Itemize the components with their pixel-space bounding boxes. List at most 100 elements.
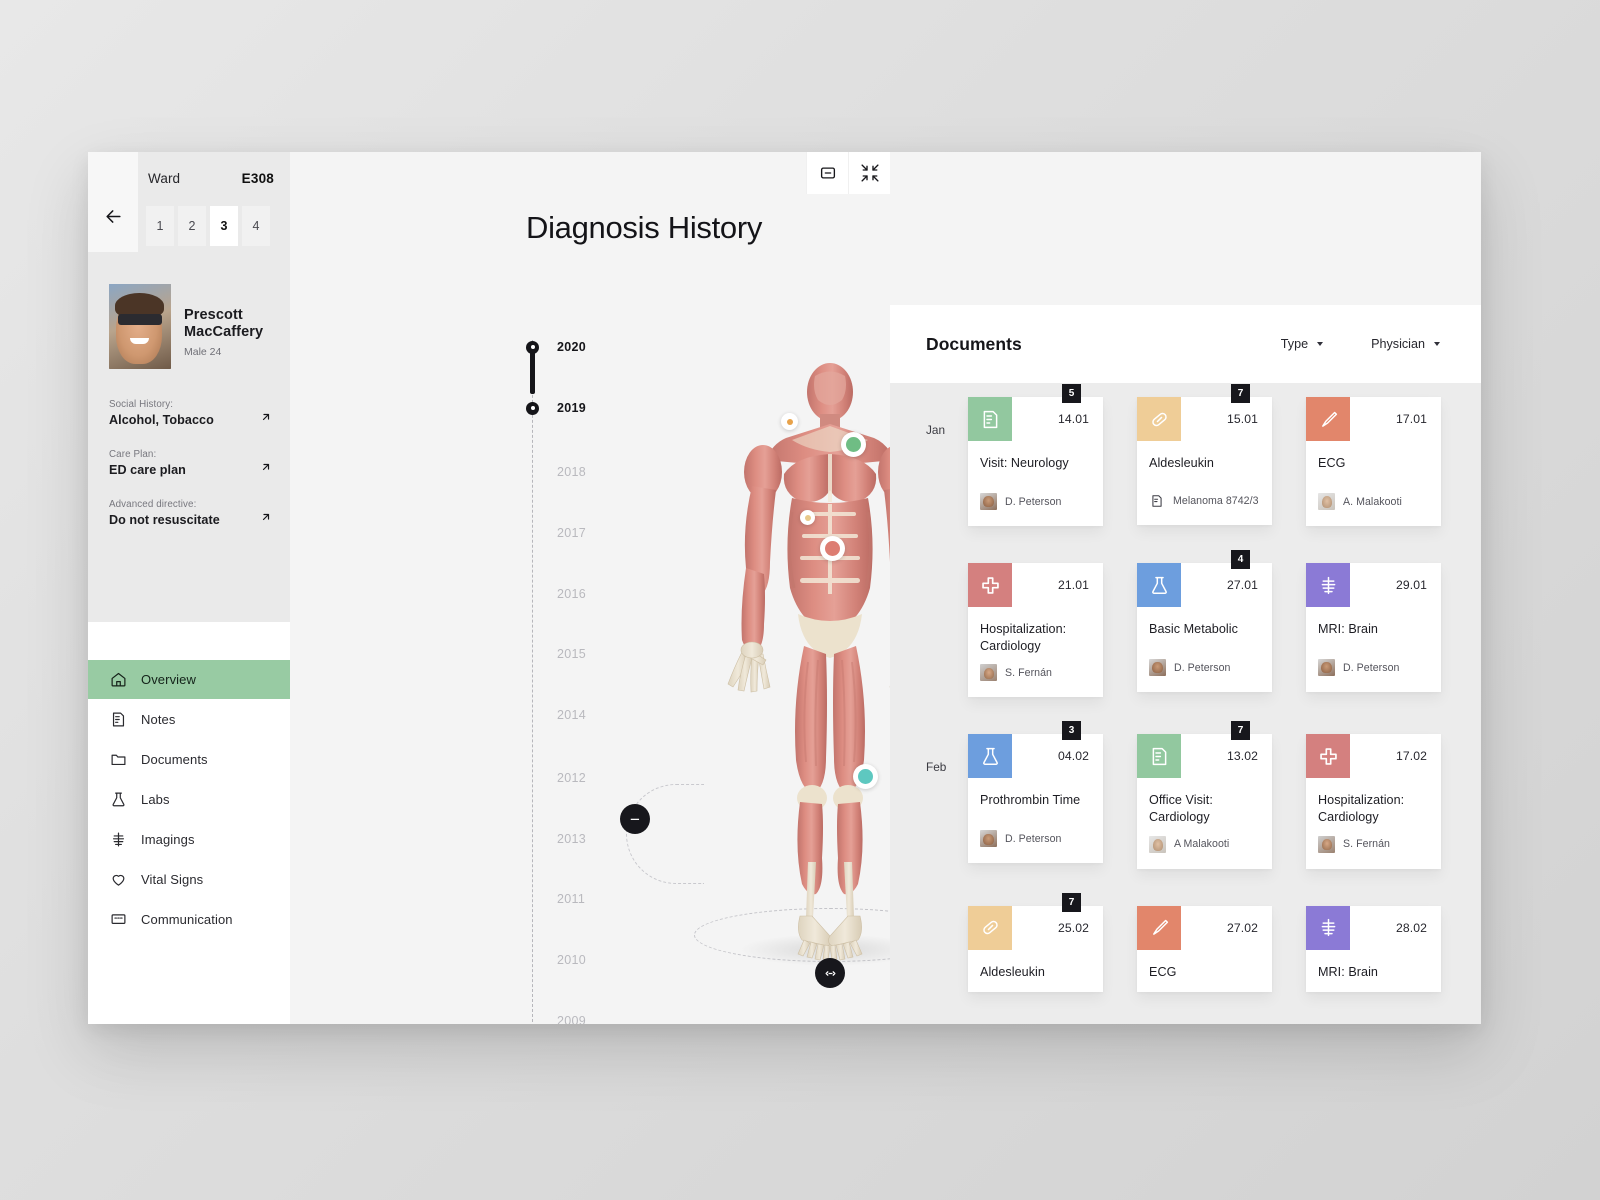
cross-icon — [1306, 734, 1350, 779]
card-title: Prothrombin Time — [980, 793, 1081, 808]
avatar — [1149, 659, 1166, 676]
card-wrapper: 4 27.01 Basic Metabolic D. Peterson — [1137, 550, 1272, 697]
flask-icon — [1137, 563, 1181, 607]
card-date: 29.01 — [1396, 578, 1427, 592]
sidebar-item-documents[interactable]: Documents — [88, 740, 290, 779]
info-social-history[interactable]: Social History: Alcohol, Tobacco — [109, 399, 272, 427]
document-card[interactable]: 04.02 Prothrombin Time D. Peterson — [968, 734, 1103, 864]
pill-icon — [1137, 397, 1181, 441]
document-card[interactable]: 13.02 Office Visit: Cardiology A Malakoo… — [1137, 734, 1272, 869]
card-wrapper: 21.01 Hospitalization: Cardiology S. Fer… — [968, 563, 1103, 698]
document-card[interactable]: 15.01 Aldesleukin Melanoma 8742/3 — [1137, 397, 1272, 525]
timeline-year-2011[interactable]: 2011 — [526, 892, 585, 906]
timeline-year-2009[interactable]: 2009 — [526, 1014, 586, 1024]
sidebar-item-imagings[interactable]: Imagings — [88, 820, 290, 859]
sidebar-item-labs[interactable]: Labs — [88, 780, 290, 819]
back-button[interactable] — [88, 152, 138, 252]
ward-tab-4[interactable]: 4 — [242, 206, 270, 246]
sidebar-nav: Overview Notes Documents Labs Imagings V… — [88, 622, 290, 1024]
page-title: Diagnosis History — [526, 210, 763, 245]
card-title: Aldesleukin — [980, 964, 1045, 979]
note-icon — [1149, 493, 1165, 509]
ward-tab-2[interactable]: 2 — [178, 206, 206, 246]
marker-chest-right[interactable] — [841, 432, 866, 457]
info-value: Do not resuscitate — [109, 513, 220, 527]
sidebar-item-label: Communication — [141, 912, 233, 927]
timeline-year-2019[interactable]: 2019 — [526, 401, 586, 415]
arrow-up-right-icon[interactable] — [260, 461, 272, 473]
card-person: D. Peterson — [1343, 661, 1400, 674]
timeline-year-2015[interactable]: 2015 — [526, 647, 586, 661]
documents-header: Documents Type Physician — [890, 305, 1481, 383]
documents-panel: Documents Type Physician Jan 5 14.01 Vis… — [890, 305, 1481, 1024]
marker-abdomen-left[interactable] — [800, 510, 815, 525]
timeline-year-2010[interactable]: 2010 — [526, 953, 586, 967]
info-care-plan[interactable]: Care Plan: ED care plan — [109, 449, 272, 477]
timeline-active-range — [529, 348, 535, 394]
timeline-dot — [526, 340, 539, 354]
document-card[interactable]: 27.02 ECG — [1137, 905, 1272, 992]
sidebar-item-label: Documents — [141, 752, 208, 767]
scalpel-icon — [1306, 397, 1350, 441]
info-label: Social History: — [109, 399, 174, 410]
sidebar-item-label: Overview — [141, 672, 196, 687]
xray-icon — [1306, 905, 1350, 950]
card-date: 27.02 — [1227, 920, 1258, 935]
ward-tab-1[interactable]: 1 — [146, 206, 174, 246]
type-filter[interactable]: Type — [1281, 337, 1324, 351]
sidebar-item-vital-signs[interactable]: Vital Signs — [88, 860, 290, 899]
card-title: Basic Metabolic — [1149, 622, 1238, 636]
arrow-up-right-icon[interactable] — [260, 511, 272, 523]
month-label: Jan — [926, 423, 946, 437]
card-badge: 5 — [1062, 384, 1081, 403]
physician-filter[interactable]: Physician — [1371, 337, 1440, 351]
human-body-model[interactable] — [680, 362, 890, 982]
arrow-up-right-icon[interactable] — [260, 411, 272, 423]
timeline-year-2016[interactable]: 2016 — [526, 587, 586, 601]
timeline-label: 2020 — [557, 340, 587, 354]
card-date: 28.02 — [1396, 920, 1427, 935]
avatar — [980, 493, 997, 510]
avatar — [1149, 835, 1166, 853]
collapse-button[interactable] — [848, 152, 890, 194]
card-person: Melanoma 8742/3 — [1173, 495, 1259, 507]
timeline-year-2012[interactable]: 2012 — [526, 771, 586, 785]
timeline-label: 2017 — [557, 526, 587, 540]
document-card[interactable]: 27.01 Basic Metabolic D. Peterson — [1137, 563, 1272, 692]
timeline-label: 2015 — [557, 647, 587, 661]
document-card[interactable]: 25.02 Aldesleukin — [968, 905, 1103, 992]
timeline-track — [532, 340, 533, 1024]
documents-list[interactable]: Jan 5 14.01 Visit: Neurology D. Peterson… — [890, 383, 1481, 1024]
sidebar-item-overview[interactable]: Overview — [88, 660, 290, 699]
timeline-year-2018[interactable]: 2018 — [526, 465, 586, 479]
rotate-icon — [825, 970, 835, 976]
marker-shoulder-left[interactable] — [781, 413, 798, 430]
timeline-year-2017[interactable]: 2017 — [526, 526, 586, 540]
card-badge: 3 — [1062, 721, 1081, 741]
sidebar-item-communication[interactable]: Communication — [88, 900, 290, 939]
ward-tab-3[interactable]: 3 — [210, 206, 238, 246]
ward-label: Ward — [148, 170, 181, 186]
card-wrapper: 7 25.02 Aldesleukin — [968, 892, 1103, 992]
card-badge: 7 — [1062, 892, 1081, 912]
document-card[interactable]: 14.01 Visit: Neurology D. Peterson — [968, 397, 1103, 526]
info-advanced-directive[interactable]: Advanced directive: Do not resuscitate — [109, 499, 272, 527]
sidebar-item-notes[interactable]: Notes — [88, 700, 290, 739]
timeline-year-2020[interactable]: 2020 — [526, 340, 586, 354]
document-card[interactable]: 17.02 Hospitalization: Cardiology S. Fer… — [1306, 734, 1441, 869]
marker-knee-right[interactable] — [853, 764, 878, 789]
timeline-label: 2013 — [557, 832, 587, 846]
timeline-year-2014[interactable]: 2014 — [526, 708, 586, 722]
marker-abdomen-center[interactable] — [820, 536, 845, 561]
minimize-button[interactable] — [806, 152, 848, 194]
chevron-down-icon — [1434, 342, 1440, 346]
document-card[interactable]: 17.01 ECG A. Malakooti — [1306, 397, 1441, 526]
card-date: 17.02 — [1396, 749, 1427, 764]
timeline-year-2013[interactable]: 2013 — [526, 832, 586, 846]
document-card[interactable]: 29.01 MRI: Brain D. Peterson — [1306, 563, 1441, 692]
zoom-out-button[interactable]: − — [620, 804, 650, 834]
info-value: ED care plan — [109, 463, 186, 477]
document-card[interactable]: 28.02 MRI: Brain — [1306, 905, 1441, 992]
rotate-button[interactable] — [815, 958, 845, 988]
document-card[interactable]: 21.01 Hospitalization: Cardiology S. Fer… — [968, 563, 1103, 698]
